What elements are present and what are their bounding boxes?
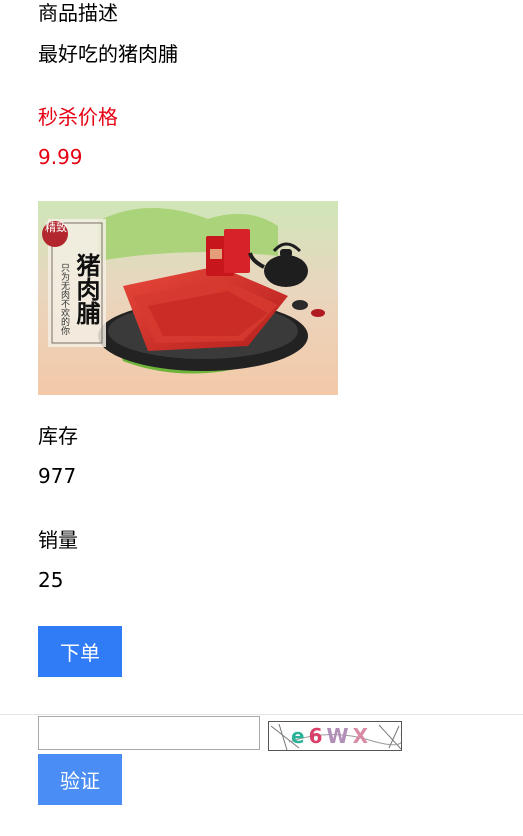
seckill-price-value: 9.99: [38, 145, 83, 169]
product-title-text: 猪肉脯: [72, 253, 101, 325]
captcha-char-1: e: [291, 724, 309, 748]
captcha-char-2: 6: [308, 724, 327, 748]
sales-label: 销量: [38, 528, 78, 552]
captcha-char-3: W: [326, 724, 353, 748]
section-divider: [0, 714, 523, 715]
captcha-image[interactable]: e6WX: [268, 721, 402, 751]
description-value: 最好吃的猪肉脯: [38, 42, 178, 66]
stock-value: 977: [38, 464, 77, 488]
captcha-char-4: X: [352, 724, 372, 748]
product-image: 精致 猪肉脯 只为无肉不欢的你: [38, 201, 338, 395]
description-label: 商品描述: [38, 1, 118, 25]
sales-value: 25: [38, 568, 64, 592]
place-order-button[interactable]: 下单: [38, 626, 122, 677]
stock-label: 库存: [38, 424, 78, 448]
seckill-price-label: 秒杀价格: [38, 105, 118, 129]
product-tagline-text: 只为无肉不欢的你: [59, 263, 69, 335]
verify-button[interactable]: 验证: [38, 754, 122, 805]
captcha-input[interactable]: [38, 716, 260, 750]
captcha-text: e6WX: [291, 724, 372, 748]
product-seal-text: 精致: [45, 221, 67, 234]
